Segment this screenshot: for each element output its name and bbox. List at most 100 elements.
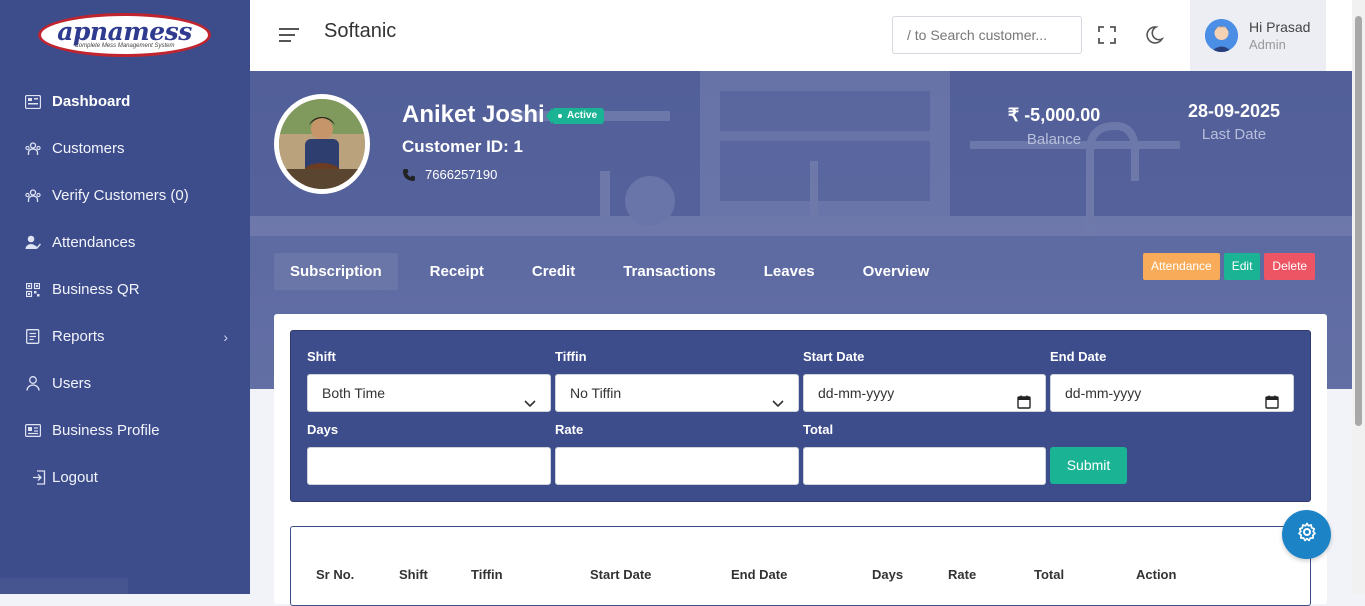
sidebar-footer xyxy=(0,578,128,594)
column-header-tiffin: Tiffin xyxy=(471,567,503,582)
customer-name: Aniket Joshi xyxy=(402,101,545,128)
attendance-button[interactable]: Attendance xyxy=(1143,253,1220,280)
rate-label: Rate xyxy=(555,422,584,437)
calendar-icon[interactable] xyxy=(1017,386,1031,409)
sidebar-item-customers[interactable]: Customers xyxy=(0,125,250,172)
user-greeting: Hi Prasad xyxy=(1249,18,1311,35)
column-header-end-date: End Date xyxy=(731,567,788,582)
logo-title: apnamess xyxy=(57,16,192,46)
total-input[interactable] xyxy=(803,447,1046,485)
user-role: Admin xyxy=(1249,36,1286,52)
total-label: Total xyxy=(803,422,834,437)
column-header-shift: Shift xyxy=(399,567,428,582)
sidebar-item-label: Verify Customers (0) xyxy=(52,187,189,204)
balance-label: Balance xyxy=(1026,131,1082,148)
customer-photo xyxy=(274,94,370,194)
tiffin-select[interactable]: No Tiffin xyxy=(555,374,799,412)
users-group-icon xyxy=(25,188,41,204)
profile-actions: Attendance Edit Delete xyxy=(1143,253,1316,280)
sidebar-item-label: Logout xyxy=(52,469,98,486)
settings-gear-button[interactable] xyxy=(1282,510,1331,559)
tab-overview[interactable]: Overview xyxy=(847,253,946,290)
logout-icon xyxy=(31,470,47,486)
chevron-right-icon: › xyxy=(223,329,228,345)
sidebar-item-label: Business Profile xyxy=(52,422,160,439)
user-check-icon xyxy=(25,235,41,251)
profile-tabs: Subscription Receipt Credit Transactions… xyxy=(274,253,961,290)
sidebar-item-business-qr[interactable]: Business QR xyxy=(0,266,250,313)
sidebar-item-label: Reports xyxy=(52,328,105,345)
days-input[interactable] xyxy=(307,447,551,485)
scrollbar-thumb[interactable] xyxy=(1355,16,1362,426)
hamburger-menu-icon[interactable] xyxy=(278,26,300,44)
edit-button[interactable]: Edit xyxy=(1223,253,1261,280)
avatar xyxy=(1205,19,1238,52)
last-date-value: 28-09-2025 xyxy=(1187,101,1281,121)
tab-transactions[interactable]: Transactions xyxy=(607,253,732,290)
last-date-label: Last Date xyxy=(1201,126,1267,143)
tab-subscription[interactable]: Subscription xyxy=(274,253,398,290)
topbar: Softanic Hi Prasad Admin xyxy=(250,0,1352,71)
sidebar-item-label: Users xyxy=(52,375,92,392)
start-date-label: Start Date xyxy=(803,349,865,364)
last-date-stat: 28-09-2025 Last Date xyxy=(1164,101,1304,143)
app-brand: Softanic xyxy=(324,20,397,42)
balance-value: ₹ -5,000.00 xyxy=(1007,105,1101,125)
tab-credit[interactable]: Credit xyxy=(516,253,591,290)
tab-receipt[interactable]: Receipt xyxy=(414,253,500,290)
sidebar-item-dashboard[interactable]: Dashboard xyxy=(0,78,250,125)
qr-code-icon xyxy=(25,282,41,298)
user-menu[interactable]: Hi Prasad Admin xyxy=(1190,0,1326,71)
search-input[interactable] xyxy=(892,16,1082,54)
calendar-icon[interactable] xyxy=(1265,386,1279,409)
sidebar-item-users[interactable]: Users xyxy=(0,360,250,407)
sidebar-item-business-profile[interactable]: Business Profile xyxy=(0,407,250,454)
start-date-placeholder: dd-mm-yyyy xyxy=(818,385,895,401)
sidebar-item-label: Attendances xyxy=(52,234,136,251)
submit-button[interactable]: Submit xyxy=(1050,447,1127,484)
shift-label: Shift xyxy=(307,349,336,364)
column-header-action: Action xyxy=(1136,567,1177,582)
chevron-down-icon xyxy=(772,386,784,408)
column-header-sr-no: Sr No. xyxy=(316,567,355,582)
fullscreen-icon[interactable] xyxy=(1098,26,1116,44)
column-header-start-date: Start Date xyxy=(590,567,652,582)
status-badge: Active xyxy=(545,108,605,124)
status-text: Active xyxy=(567,110,598,121)
dashboard-icon xyxy=(25,94,41,110)
rate-input[interactable] xyxy=(555,447,799,485)
column-header-days: Days xyxy=(872,567,904,582)
sidebar-item-label: Business QR xyxy=(52,281,140,298)
shift-select[interactable]: Both Time xyxy=(307,374,551,412)
end-date-placeholder: dd-mm-yyyy xyxy=(1065,385,1142,401)
sidebar-item-attendances[interactable]: Attendances xyxy=(0,219,250,266)
customer-id: Customer ID: 1 xyxy=(402,137,523,156)
id-card-icon xyxy=(25,423,41,439)
delete-button[interactable]: Delete xyxy=(1264,253,1316,280)
report-document-icon xyxy=(25,329,41,345)
apnamess-logo[interactable]: apnamess Complete Mess Management System xyxy=(38,13,211,57)
sidebar-item-verify-customers[interactable]: Verify Customers (0) xyxy=(0,172,250,219)
users-group-icon xyxy=(25,141,41,157)
sidebar-item-logout[interactable]: Logout xyxy=(0,454,250,501)
user-icon xyxy=(25,376,41,392)
customer-phone: 7666257190 xyxy=(402,167,497,182)
page-scrollbar[interactable] xyxy=(1352,0,1365,594)
shift-selected-value: Both Time xyxy=(322,385,386,401)
tiffin-selected-value: No Tiffin xyxy=(570,385,622,401)
days-label: Days xyxy=(307,422,339,437)
tab-leaves[interactable]: Leaves xyxy=(748,253,831,290)
balance-stat: ₹ -5,000.00 Balance xyxy=(984,105,1124,148)
end-date-input[interactable]: dd-mm-yyyy xyxy=(1050,374,1294,412)
column-header-total: Total xyxy=(1034,567,1065,582)
logo-subtitle: Complete Mess Management System xyxy=(74,42,175,49)
start-date-input[interactable]: dd-mm-yyyy xyxy=(803,374,1046,412)
sidebar-nav: Dashboard Customers Verify Customers (0)… xyxy=(0,78,250,501)
sidebar-item-label: Customers xyxy=(52,140,125,157)
end-date-label: End Date xyxy=(1050,349,1107,364)
tiffin-label: Tiffin xyxy=(555,349,587,364)
dark-mode-moon-icon[interactable] xyxy=(1144,25,1165,45)
sidebar: apnamess Complete Mess Management System… xyxy=(0,0,250,594)
sidebar-item-reports[interactable]: Reports › xyxy=(0,313,250,360)
chevron-down-icon xyxy=(524,386,536,408)
